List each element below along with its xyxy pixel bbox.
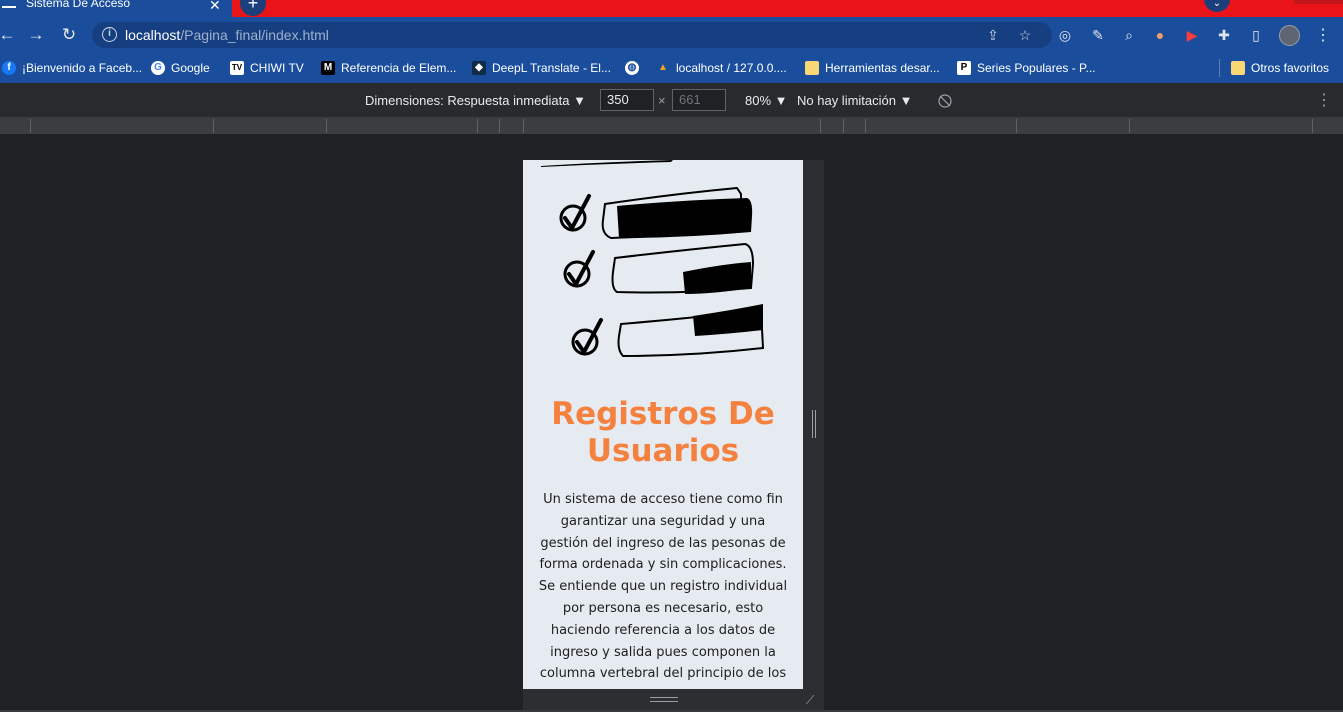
google-icon: G: [151, 61, 165, 75]
corner-resize-icon[interactable]: ⟋: [806, 693, 820, 707]
media-query-bar[interactable]: [523, 119, 821, 133]
reload-button[interactable]: ↻: [58, 24, 80, 46]
browser-menu-icon[interactable]: ⋮: [1315, 25, 1331, 45]
page-title: Registros De Usuarios: [551, 396, 775, 469]
resize-handle-icon[interactable]: [650, 697, 678, 702]
browser-toolbar: ← → ↻ i localhost/Pagina_final/index.htm…: [0, 17, 1343, 53]
dimension-separator: ×: [658, 93, 666, 108]
search-lens-icon[interactable]: ⌕: [1120, 26, 1138, 44]
close-icon[interactable]: ✕: [209, 0, 221, 14]
zoom-dropdown[interactable]: 80% ▼: [745, 93, 788, 108]
bookmark-label: Referencia de Elem...: [341, 61, 457, 75]
phpmyadmin-icon: ▲: [658, 62, 668, 73]
tab-strip: Sistema De Acceso ✕ + ⌄: [0, 0, 1343, 17]
new-tab-button[interactable]: +: [240, 0, 266, 16]
tab-sistema-de-acceso[interactable]: Sistema De Acceso ✕: [0, 0, 232, 17]
bookmark-item[interactable]: ◍: [625, 59, 639, 77]
p-icon: P: [957, 61, 971, 75]
url-path: /Pagina_final/index.html: [180, 27, 329, 43]
bookmark-item[interactable]: Herramientas desar...: [805, 59, 940, 77]
url-text[interactable]: localhost/Pagina_final/index.html: [125, 27, 329, 43]
deepl-icon: ◆: [472, 61, 486, 75]
bookmark-item[interactable]: TV CHIWI TV: [230, 59, 304, 77]
checklist-illustration: [541, 160, 765, 358]
bookmark-label: Series Populares - P...: [977, 61, 1096, 75]
info-icon[interactable]: i: [102, 27, 117, 42]
extension-icon[interactable]: ◎: [1056, 26, 1074, 44]
bookmark-label: ¡Bienvenido a Faceb...: [22, 61, 143, 75]
emulated-viewport[interactable]: Registros De Usuarios Un sistema de acce…: [523, 160, 803, 689]
bookmark-label: Otros favoritos: [1251, 61, 1330, 75]
puzzle-icon[interactable]: ✚: [1215, 26, 1233, 44]
bookmark-label: Google: [171, 61, 210, 75]
bookmark-separator: [1219, 59, 1220, 77]
globe-icon: ◍: [625, 61, 639, 75]
other-bookmarks-folder[interactable]: Otros favoritos: [1231, 59, 1329, 77]
url-host: localhost: [125, 27, 181, 43]
facebook-icon: f: [2, 61, 16, 75]
forward-button[interactable]: →: [25, 24, 47, 46]
bookmark-label: localhost / 127.0.0....: [676, 61, 787, 75]
bookmark-label: Herramientas desar...: [825, 61, 940, 75]
bookmarks-bar: f ¡Bienvenido a Faceb... G Google TV CHI…: [0, 53, 1343, 83]
folder-icon: [1231, 61, 1245, 75]
rotate-icon[interactable]: [937, 93, 953, 109]
tab-search-button[interactable]: ⌄: [1204, 0, 1230, 12]
bookmark-item[interactable]: G Google: [151, 59, 210, 77]
height-input[interactable]: 661: [672, 89, 726, 111]
mdn-icon: M: [321, 61, 335, 75]
youtube-icon[interactable]: ▶: [1183, 26, 1201, 44]
resize-handle-icon[interactable]: [812, 410, 816, 438]
star-icon[interactable]: ☆: [1017, 27, 1033, 43]
extension-orange-icon[interactable]: ●: [1151, 26, 1169, 44]
media-query-ruler: [0, 117, 1343, 135]
page-description: Un sistema de acceso tiene como fin gara…: [538, 492, 788, 682]
bookmark-item[interactable]: f ¡Bienvenido a Faceb...: [2, 59, 142, 77]
side-panel-icon[interactable]: ▯: [1247, 26, 1265, 44]
folder-icon: [805, 61, 819, 75]
dimensions-dropdown[interactable]: Dimensiones: Respuesta inmediata ▼: [365, 93, 586, 108]
more-options-icon[interactable]: ⋮: [1316, 90, 1332, 110]
list-icon: [2, 0, 16, 8]
tab-title: Sistema De Acceso: [26, 0, 131, 10]
width-input[interactable]: 350: [600, 89, 654, 111]
bookmark-item[interactable]: ▲ localhost / 127.0.0....: [656, 59, 787, 77]
address-bar[interactable]: i localhost/Pagina_final/index.html ⇪ ☆: [92, 22, 1052, 48]
avatar[interactable]: [1279, 25, 1300, 46]
bookmark-label: DeepL Translate - El...: [492, 61, 611, 75]
share-icon[interactable]: ⇪: [985, 27, 1001, 43]
bookmark-item[interactable]: ◆ DeepL Translate - El...: [472, 59, 611, 77]
color-picker-icon[interactable]: ✎: [1089, 26, 1107, 44]
window-close-button[interactable]: [1294, 0, 1343, 4]
throttle-dropdown[interactable]: No hay limitación ▼: [797, 93, 912, 108]
bookmark-item[interactable]: M Referencia de Elem...: [321, 59, 456, 77]
bookmark-label: CHIWI TV: [250, 61, 304, 75]
back-button[interactable]: ←: [0, 24, 18, 46]
bookmark-item[interactable]: P Series Populares - P...: [957, 59, 1096, 77]
device-toolbar: Dimensiones: Respuesta inmediata ▼ 350 ×…: [0, 83, 1343, 117]
tv-icon: TV: [230, 61, 244, 75]
